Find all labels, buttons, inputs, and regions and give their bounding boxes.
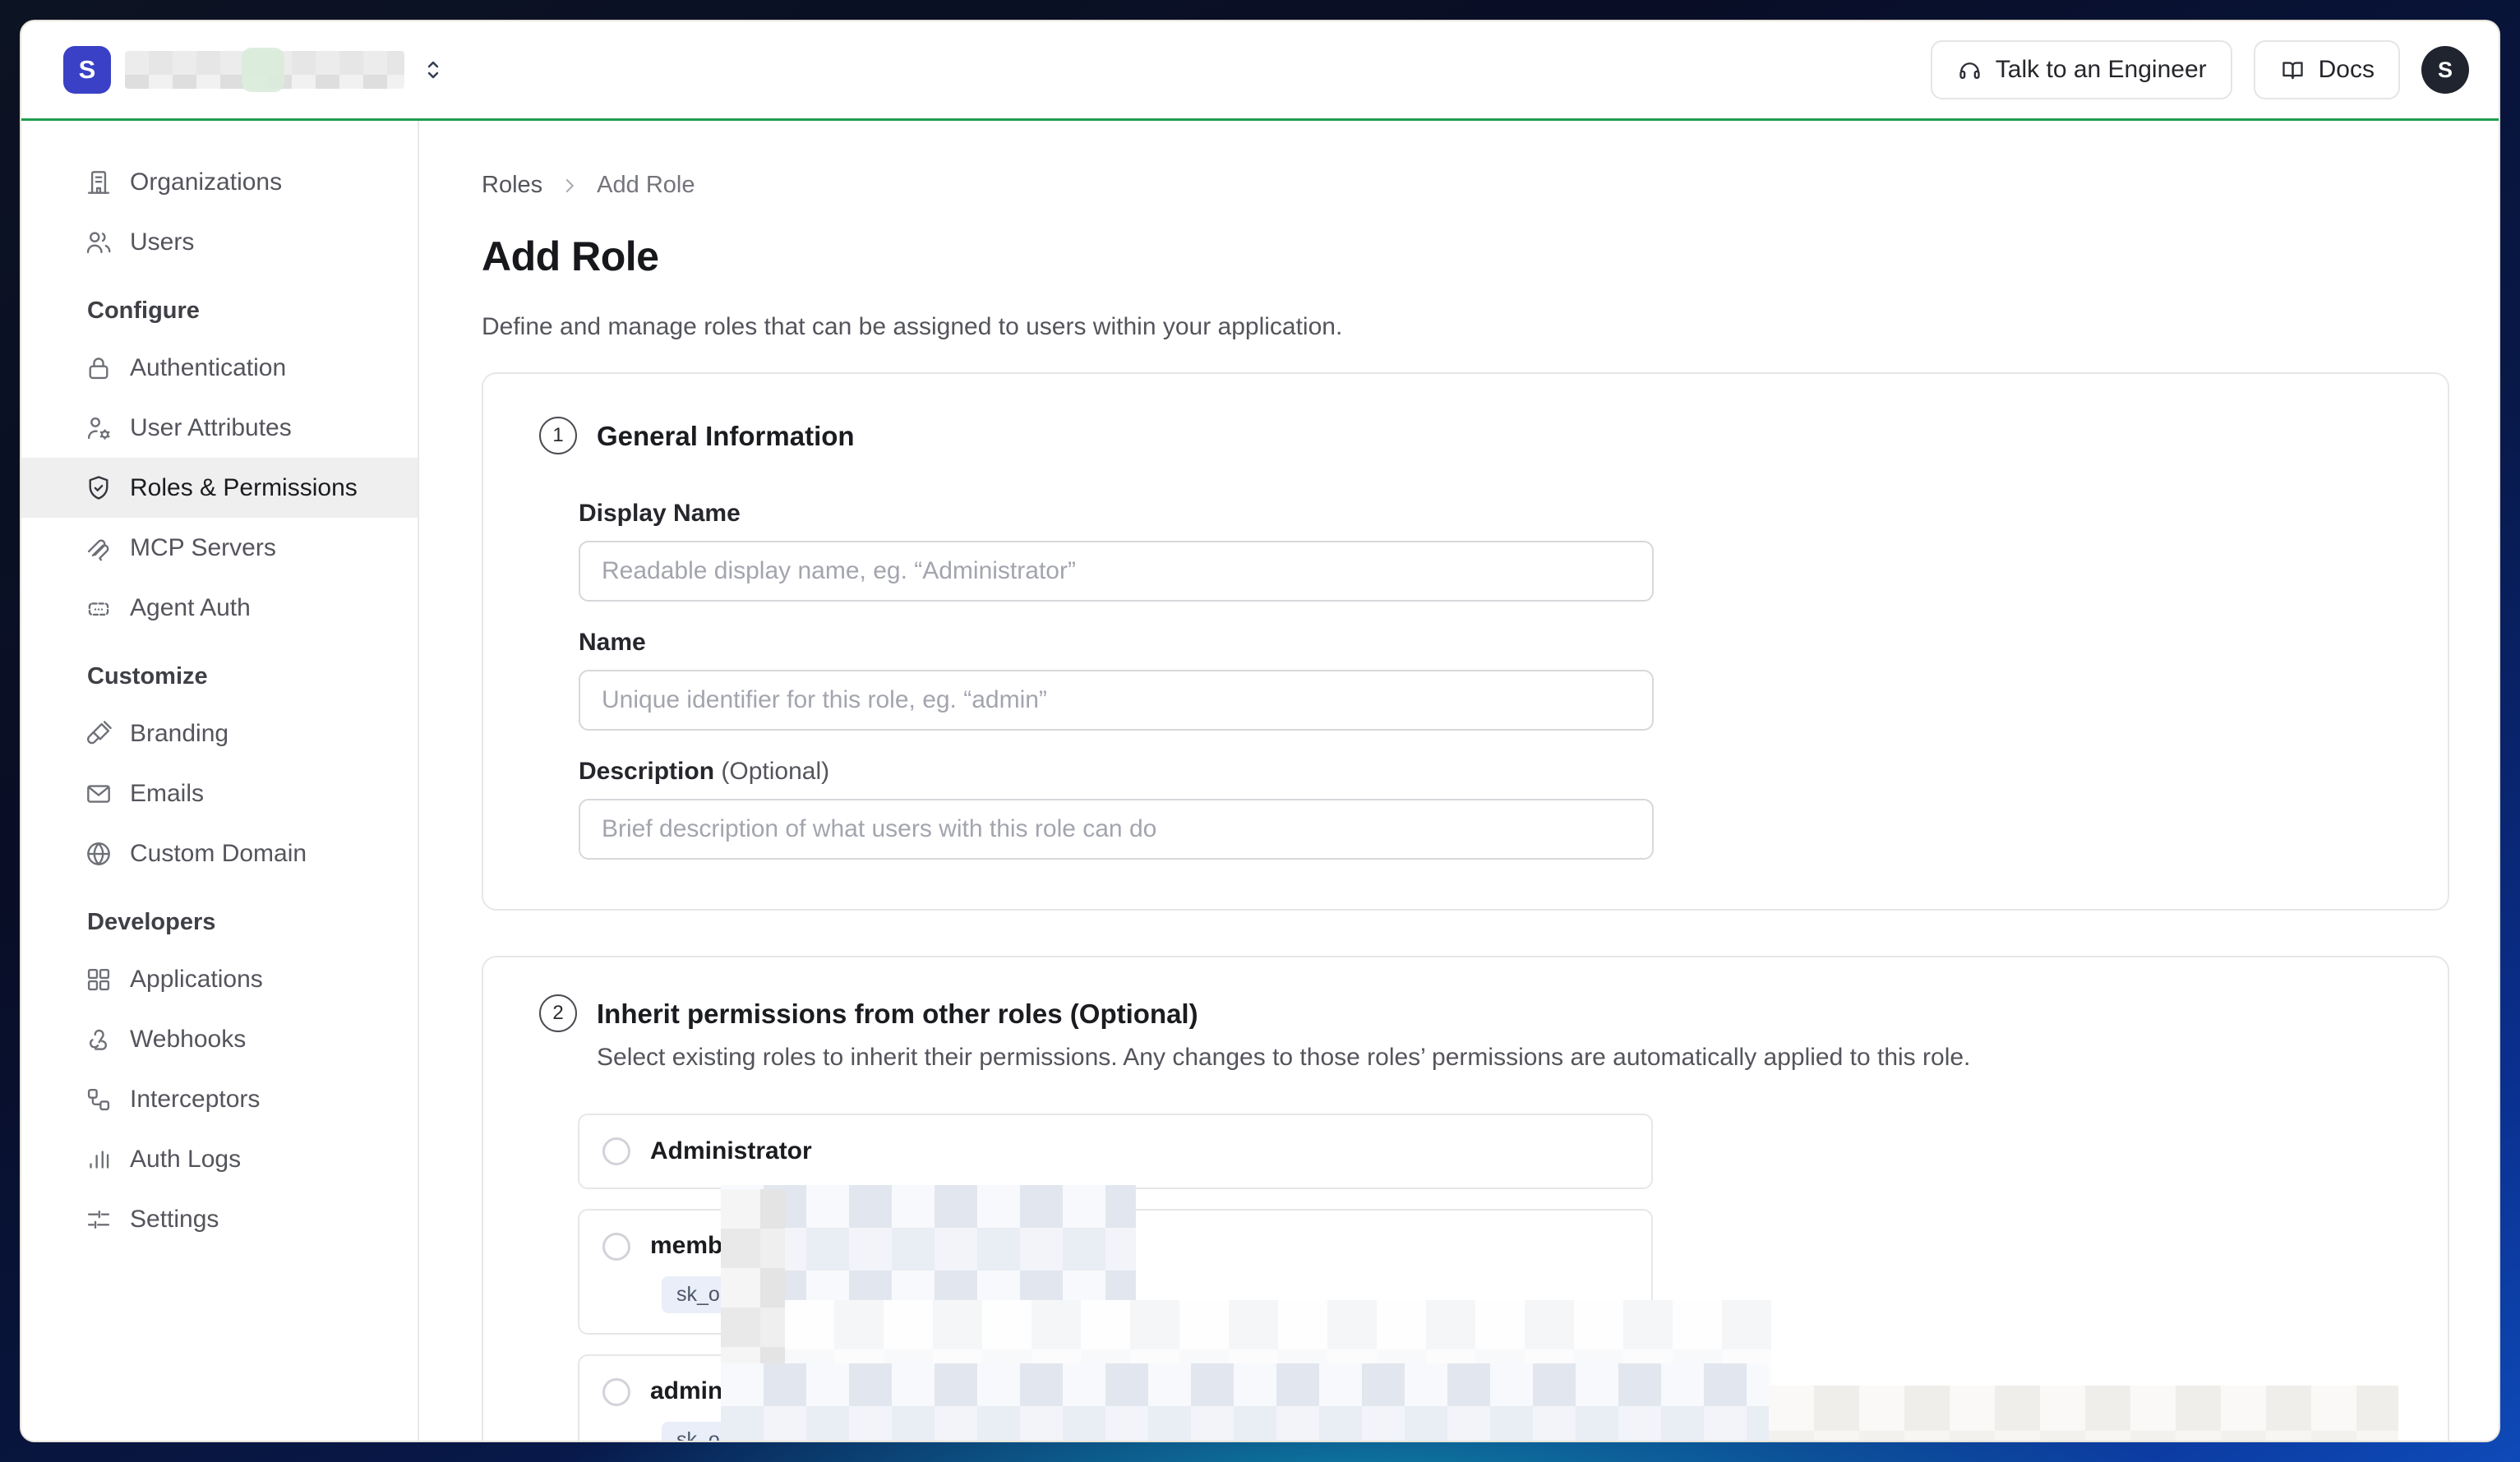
radio-button[interactable] xyxy=(602,1378,630,1406)
webhook-icon xyxy=(83,1024,114,1055)
name-label: Name xyxy=(579,629,2448,657)
sidebar-item-user-attributes[interactable]: User Attributes xyxy=(21,398,418,458)
mcp-icon xyxy=(83,533,114,564)
book-open-icon xyxy=(2279,57,2306,84)
globe-icon xyxy=(83,838,114,869)
mail-icon xyxy=(83,778,114,809)
topbar: S Talk to an Engineer Docs S xyxy=(21,21,2499,121)
sidebar-item-custom-domain[interactable]: Custom Domain xyxy=(21,823,418,883)
sidebar-item-label: Settings xyxy=(130,1206,219,1234)
interceptors-icon xyxy=(83,1084,114,1115)
page-title: Add Role xyxy=(482,233,2499,280)
page-subtitle: Define and manage roles that can be assi… xyxy=(482,313,2499,341)
chevron-right-icon xyxy=(559,175,580,196)
redaction-mosaic xyxy=(721,1189,785,1383)
sidebar-item-label: Authentication xyxy=(130,354,286,382)
topbar-actions: Talk to an Engineer Docs S xyxy=(1931,40,2469,99)
general-information-card: 1 General Information Display Name xyxy=(482,372,2449,911)
redaction-mosaic xyxy=(721,1363,1769,1442)
display-name-input[interactable] xyxy=(579,541,1654,602)
radio-button[interactable] xyxy=(602,1137,630,1165)
sidebar-item-label: Branding xyxy=(130,720,228,748)
sidebar-section-customize: Customize xyxy=(21,649,418,703)
sliders-icon xyxy=(83,1204,114,1235)
sidebar-item-label: Applications xyxy=(130,966,263,994)
radio-button[interactable] xyxy=(602,1233,630,1261)
avatar-letter: S xyxy=(2438,58,2453,83)
sidebar-item-label: Auth Logs xyxy=(130,1146,241,1174)
sidebar-section-configure: Configure xyxy=(21,284,418,338)
display-name-label: Display Name xyxy=(579,500,2448,528)
breadcrumb: Roles Add Role xyxy=(482,172,2499,199)
sidebar-item-mcp-servers[interactable]: MCP Servers xyxy=(21,518,418,578)
user-gear-icon xyxy=(83,413,114,444)
window-frame: S Talk to an Engineer Docs S xyxy=(0,0,2520,1462)
step-1-badge: 1 xyxy=(539,417,577,454)
sidebar-item-interceptors[interactable]: Interceptors xyxy=(21,1069,418,1129)
docs-button[interactable]: Docs xyxy=(2254,40,2400,99)
step-1-number: 1 xyxy=(552,424,563,447)
workspace-name-redacted-highlight xyxy=(242,48,284,92)
bar-chart-icon xyxy=(83,1144,114,1175)
description-label: Description (Optional) xyxy=(579,758,2448,786)
sidebar-item-label: Emails xyxy=(130,780,204,808)
app-logo: S xyxy=(63,46,111,94)
paintbrush-icon xyxy=(83,718,114,749)
sidebar-item-label: Custom Domain xyxy=(130,840,307,868)
sidebar-item-label: Roles & Permissions xyxy=(130,474,358,502)
step-2-badge: 2 xyxy=(539,994,577,1032)
inherit-permissions-subtitle: Select existing roles to inherit their p… xyxy=(597,1042,1970,1073)
users-icon xyxy=(83,227,114,258)
breadcrumb-roles-link[interactable]: Roles xyxy=(482,172,542,199)
docs-label: Docs xyxy=(2319,56,2375,84)
talk-to-engineer-button[interactable]: Talk to an Engineer xyxy=(1931,40,2232,99)
sidebar-item-organizations[interactable]: Organizations xyxy=(21,152,418,212)
role-option-administrator[interactable]: Administrator xyxy=(578,1114,1653,1189)
sidebar-item-label: Users xyxy=(130,228,194,256)
grid-icon xyxy=(83,964,114,995)
sidebar-item-agent-auth[interactable]: Agent Auth xyxy=(21,578,418,638)
sidebar-item-label: Webhooks xyxy=(130,1026,246,1054)
chevron-up-down-icon[interactable] xyxy=(419,56,447,84)
sidebar-section-developers: Developers xyxy=(21,895,418,949)
shield-check-icon xyxy=(83,473,114,504)
sidebar-item-auth-logs[interactable]: Auth Logs xyxy=(21,1129,418,1189)
role-option-name: Administrator xyxy=(650,1137,812,1165)
sidebar-item-webhooks[interactable]: Webhooks xyxy=(21,1009,418,1069)
app-logo-letter: S xyxy=(79,55,96,85)
sidebar-item-label: Interceptors xyxy=(130,1086,260,1114)
headphones-icon xyxy=(1956,57,1983,84)
inherit-permissions-title: Inherit permissions from other roles (Op… xyxy=(597,996,1970,1032)
general-information-title: General Information xyxy=(597,418,855,454)
sidebar-item-branding[interactable]: Branding xyxy=(21,703,418,763)
sidebar-item-users[interactable]: Users xyxy=(21,212,418,272)
step-2-number: 2 xyxy=(552,1002,563,1025)
workspace-name-redacted[interactable] xyxy=(125,51,404,89)
sidebar-item-roles-permissions[interactable]: Roles & Permissions xyxy=(21,458,418,518)
sidebar-item-settings[interactable]: Settings xyxy=(21,1189,418,1249)
breadcrumb-current: Add Role xyxy=(597,172,695,199)
app-window: S Talk to an Engineer Docs S xyxy=(20,20,2500,1442)
sidebar: Organizations Users Configure Authentica… xyxy=(21,121,419,1441)
sidebar-item-emails[interactable]: Emails xyxy=(21,763,418,823)
sidebar-item-authentication[interactable]: Authentication xyxy=(21,338,418,398)
sidebar-item-label: MCP Servers xyxy=(130,534,276,562)
sidebar-item-applications[interactable]: Applications xyxy=(21,949,418,1009)
organizations-icon xyxy=(83,167,114,198)
robot-icon xyxy=(83,593,114,624)
name-input[interactable] xyxy=(579,670,1654,731)
redaction-mosaic xyxy=(1769,1386,2398,1442)
talk-to-engineer-label: Talk to an Engineer xyxy=(1996,56,2207,84)
lock-icon xyxy=(83,353,114,384)
sidebar-item-label: Agent Auth xyxy=(130,594,251,622)
sidebar-item-label: Organizations xyxy=(130,168,282,196)
user-avatar[interactable]: S xyxy=(2421,46,2469,94)
description-input[interactable] xyxy=(579,799,1654,860)
sidebar-item-label: User Attributes xyxy=(130,414,292,442)
